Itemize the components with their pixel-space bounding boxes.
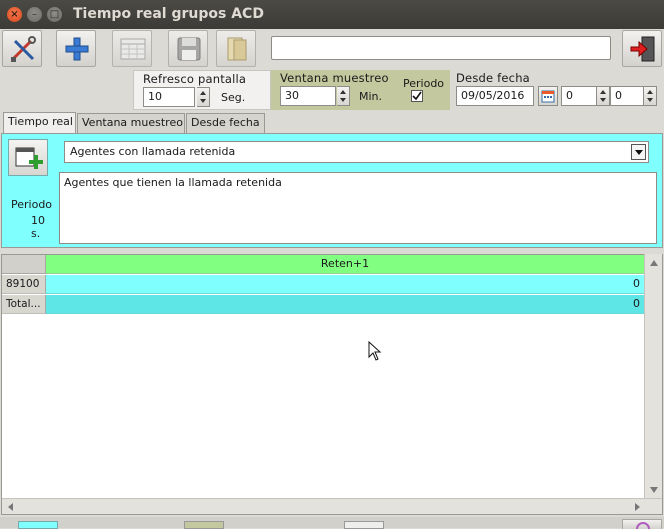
tools-button[interactable] — [2, 30, 42, 67]
tools-icon — [11, 36, 36, 62]
tab-desde-fecha[interactable]: Desde fecha — [186, 113, 265, 133]
period-checkbox[interactable] — [411, 90, 423, 102]
column-header-reten[interactable]: Reten+1 — [46, 255, 644, 274]
scroll-down-icon[interactable] — [645, 483, 663, 497]
since-hour-spinner[interactable] — [597, 86, 610, 106]
add-panel-icon — [15, 147, 43, 169]
add-panel-button[interactable] — [8, 139, 48, 176]
close-window-button[interactable]: × — [7, 7, 22, 22]
refresh-spinner[interactable] — [197, 87, 210, 107]
tab-ventana-muestreo[interactable]: Ventana muestreo — [77, 113, 185, 133]
refresh-unit: Seg. — [221, 91, 246, 104]
since-date-group: Desde fecha 09/05/2016 0 0 — [450, 70, 662, 110]
since-minute-input[interactable]: 0 — [610, 86, 644, 106]
since-hour-input[interactable]: 0 — [561, 86, 597, 106]
scroll-up-icon[interactable] — [645, 256, 663, 270]
exit-button[interactable] — [622, 30, 662, 67]
add-icon — [65, 37, 89, 61]
since-minute-spinner[interactable] — [644, 86, 657, 106]
grid-corner — [2, 255, 46, 274]
refresh-group: Refresco pantalla 10 Seg. — [133, 70, 271, 110]
save-icon — [177, 37, 201, 61]
sampling-window-unit: Min. — [359, 90, 383, 103]
panel-period-label: Periodo — [11, 198, 53, 211]
save-button[interactable] — [168, 30, 208, 67]
table-cell-total[interactable]: 0 — [46, 295, 644, 314]
calendar-grid-icon — [120, 38, 146, 60]
sampling-window-spinner[interactable] — [337, 86, 350, 106]
tab-tiempo-real[interactable]: Tiempo real — [3, 112, 76, 134]
vertical-scrollbar[interactable] — [644, 254, 662, 500]
refresh-input[interactable]: 10 — [143, 87, 195, 107]
mouse-cursor-icon — [368, 341, 382, 361]
row-header[interactable]: 89100 — [2, 275, 46, 294]
indicator-description: Agentes que tienen la llamada retenida — [59, 172, 657, 244]
since-date-input[interactable]: 09/05/2016 — [456, 86, 534, 106]
scroll-left-icon[interactable] — [4, 500, 18, 514]
toolbar-text-field[interactable] — [271, 36, 611, 60]
since-date-label: Desde fecha — [456, 71, 530, 85]
open-folder-button[interactable] — [216, 30, 256, 67]
calendar-button[interactable] — [112, 30, 152, 67]
table-cell[interactable]: 0 — [46, 275, 644, 294]
toolbar — [0, 29, 664, 68]
date-picker-button[interactable] — [538, 86, 558, 106]
row-header-total[interactable]: Total... — [2, 295, 46, 314]
period-label: Periodo — [403, 77, 445, 90]
select-arrow-icon[interactable] — [631, 144, 646, 160]
period-sidebar: Periodo 10 s. — [5, 136, 57, 246]
calendar-icon — [541, 90, 555, 103]
title-bar: × – □ Tiempo real grupos ACD — [0, 0, 664, 29]
exit-door-icon — [630, 36, 655, 62]
folder-icon — [227, 37, 247, 61]
panel-period-value: 10 s. — [31, 214, 45, 240]
indicator-select[interactable]: Agentes con llamada retenida — [64, 141, 649, 163]
refresh-label: Refresco pantalla — [143, 72, 247, 86]
check-icon — [412, 91, 422, 101]
sampling-window-label: Ventana muestreo — [280, 71, 389, 85]
status-strip — [0, 517, 664, 529]
scroll-right-icon[interactable] — [630, 500, 644, 514]
add-button[interactable] — [56, 30, 96, 67]
horizontal-scrollbar[interactable] — [2, 498, 662, 514]
sampling-window-group: Ventana muestreo 30 Min. Periodo — [271, 70, 450, 110]
sampling-window-input[interactable]: 30 — [280, 86, 336, 106]
window-title: Tiempo real grupos ACD — [73, 6, 264, 22]
maximize-window-button[interactable]: □ — [47, 7, 62, 22]
minimize-window-button[interactable]: – — [27, 7, 42, 22]
